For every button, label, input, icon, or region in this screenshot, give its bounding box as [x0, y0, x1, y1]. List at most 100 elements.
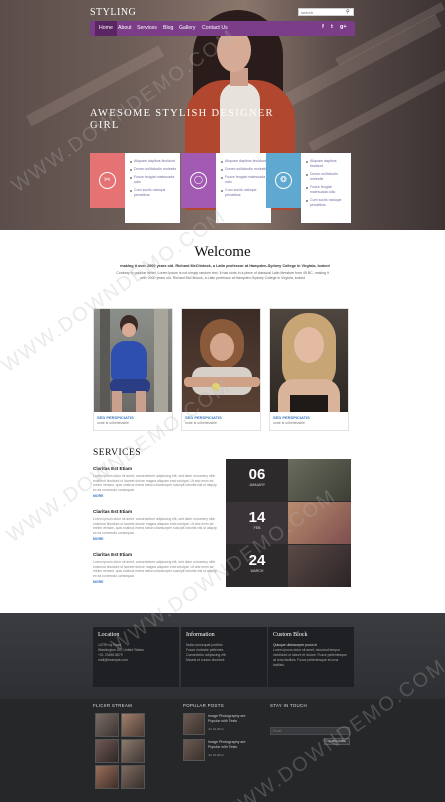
nav-services[interactable]: Services [137, 21, 157, 36]
welcome-title: Welcome [194, 244, 251, 260]
stay-heading: STAY IN TOUCH [270, 703, 307, 708]
popular-post[interactable]: Image Photography are Popular with Tests… [183, 713, 263, 735]
post-thumb[interactable] [183, 713, 205, 735]
nav-home[interactable]: Home [95, 21, 117, 36]
flickr-thumb[interactable] [121, 713, 145, 737]
event-day: 06 [248, 466, 266, 483]
facebook-icon[interactable]: f [322, 24, 324, 30]
feature-list: Aliquam dapibus tincidunt Donec sollicit… [216, 153, 271, 223]
service-title: Claritas Est Etiam [93, 509, 133, 514]
post-date: Jul 19 2014 [208, 727, 224, 731]
service-text: Lorem ipsum dolor sit amet, consectetuer… [93, 560, 217, 578]
gallery-card[interactable]: SED PERSPICIATIS unde is unbelievable [181, 308, 261, 431]
service-text: Lorem ipsum dolor sit amet, consectetuer… [93, 517, 217, 535]
feature-item[interactable]: Donec sollicitudin molestie [130, 167, 177, 172]
service-item: Claritas Est Etiam Lorem ipsum dolor sit… [93, 552, 218, 584]
yarn-icon: ❂ [275, 172, 292, 189]
event-month: FEB [253, 526, 261, 530]
more-link[interactable]: MORE [93, 580, 218, 584]
bracelet-icon: ◯ [190, 172, 207, 189]
flickr-thumb[interactable] [95, 765, 119, 789]
service-title: Claritas Est Etiam [93, 466, 133, 471]
service-title: Claritas Est Etiam [93, 552, 133, 557]
search-icon[interactable]: ⚲ [346, 9, 350, 15]
nav-gallery[interactable]: Gallery [179, 21, 195, 36]
feature-item[interactable]: Aliquam dapibus tincidunt [221, 159, 268, 164]
flickr-thumb[interactable] [95, 739, 119, 763]
footer-heading: Information [186, 632, 215, 638]
feature-item[interactable]: Donec sollicitudin molestie [221, 167, 268, 172]
feature-icon-tile: ◯ [181, 153, 216, 208]
feature-item[interactable]: Fusce feugiat malesuada odio [130, 175, 177, 185]
subscribe-email-input[interactable] [270, 727, 350, 735]
nav-about[interactable]: About [118, 21, 132, 36]
events-calendar: 06 JANUARY 14 FEB 24 MARCH [226, 459, 351, 587]
feature-item[interactable]: Cum sociis natoque penatibus [306, 198, 348, 208]
service-text: Lorem ipsum dolor sit amet, consectetuer… [93, 474, 217, 492]
service-item: Claritas Est Etiam Lorem ipsum dolor sit… [93, 466, 218, 498]
email-link[interactable]: mail@example.com [98, 658, 174, 663]
feature-item[interactable]: Fusce feugiat malesuada odio [306, 185, 348, 195]
feature-icon-tile: ❂ [266, 153, 301, 208]
event-photo[interactable] [288, 459, 351, 501]
footer-heading: Location [98, 632, 120, 638]
event-date[interactable]: 14 FEB [226, 502, 288, 544]
popular-post[interactable]: Image Photography are Popular with Tests… [183, 739, 263, 761]
event-day: 24 [248, 552, 266, 569]
popular-heading: POPULAR POSTS [183, 703, 224, 708]
hero-banner: STYLING ⚲ Home About Services Blog Galle… [0, 0, 445, 230]
event-photo[interactable] [288, 545, 351, 587]
flickr-thumb[interactable] [121, 739, 145, 763]
feature-item[interactable]: Cum sociis natoque penatibus [130, 188, 177, 198]
custom-text: Lorem ipsum dolor sit amet, eiusmod temp… [273, 648, 347, 667]
feature-icon-tile: ✂ [90, 153, 125, 208]
feature-item[interactable]: Aliquam dapibus tincidunt [306, 159, 348, 169]
nav-blog[interactable]: Blog [163, 21, 173, 36]
welcome-lead: making it over 2000 years old. Richard M… [120, 264, 330, 268]
main-nav: Home About Services Blog Gallery Contact… [90, 21, 355, 36]
welcome-body: Contrary to popular belief, Lorem Ipsum … [116, 271, 329, 280]
card-subtitle: unde is unbelievable [185, 421, 217, 425]
post-title[interactable]: Image Photography are Popular with Tests [208, 714, 258, 724]
event-day: 14 [248, 509, 266, 526]
twitter-icon[interactable]: t [331, 24, 333, 30]
more-link[interactable]: MORE [93, 494, 218, 498]
more-link[interactable]: MORE [93, 537, 218, 541]
event-date[interactable]: 06 JANUARY [226, 459, 288, 501]
footer-location: Location 14799 nq Road Washington DC, Un… [93, 627, 179, 687]
service-item: Claritas Est Etiam Lorem ipsum dolor sit… [93, 509, 218, 541]
feature-list: Aliquam dapibus tincidunt Donec sollicit… [125, 153, 180, 223]
flickr-heading: FLICKR STREAM [93, 703, 133, 708]
flickr-thumb[interactable] [95, 713, 119, 737]
card-subtitle: unde is unbelievable [97, 421, 129, 425]
feature-item[interactable]: Donec sollicitudin molestie [306, 172, 348, 182]
card-title[interactable]: SED PERSPICIATIS [185, 415, 222, 420]
feature-item[interactable]: Cum sociis natoque penatibus [221, 188, 268, 198]
post-title[interactable]: Image Photography are Popular with Tests [208, 740, 258, 750]
card-title[interactable]: SED PERSPICIATIS [273, 415, 310, 420]
event-month: JANUARY [248, 483, 266, 487]
feature-item[interactable]: Aliquam dapibus tincidunt [130, 159, 177, 164]
card-subtitle: unde is unbelievable [273, 421, 305, 425]
card-photo[interactable] [270, 309, 348, 412]
scissors-icon: ✂ [99, 172, 116, 189]
event-date[interactable]: 24 MARCH [226, 545, 288, 587]
card-photo[interactable] [182, 309, 260, 412]
nav-contact[interactable]: Contact Us [202, 21, 228, 36]
hero-title: AWESOME STYLISH DESIGNER GIRL [90, 108, 274, 131]
gallery-card[interactable]: SED PERSPICIATIS unde is unbelievable [269, 308, 349, 431]
footer-information: Information Nulla consequat porttitor Fu… [181, 627, 267, 687]
card-photo[interactable] [94, 309, 172, 412]
post-thumb[interactable] [183, 739, 205, 761]
footer-custom-block: Custom Block Quisque ullamcorper purus i… [268, 627, 354, 687]
googleplus-icon[interactable]: g+ [340, 24, 347, 30]
card-title[interactable]: SED PERSPICIATIS [97, 415, 134, 420]
flickr-thumb[interactable] [121, 765, 145, 789]
feature-item[interactable]: Fusce feugiat malesuada odio [221, 175, 268, 185]
footer-link[interactable]: Mauris et cursus tincidunt [186, 658, 262, 663]
subscribe-button[interactable]: SUBSCRIBE [324, 738, 350, 745]
event-photo[interactable] [288, 502, 351, 544]
services-title: SERVICES [93, 448, 142, 458]
gallery-card[interactable]: SED PERSPICIATIS unde is unbelievable [93, 308, 173, 431]
site-logo[interactable]: STYLING [90, 7, 136, 18]
